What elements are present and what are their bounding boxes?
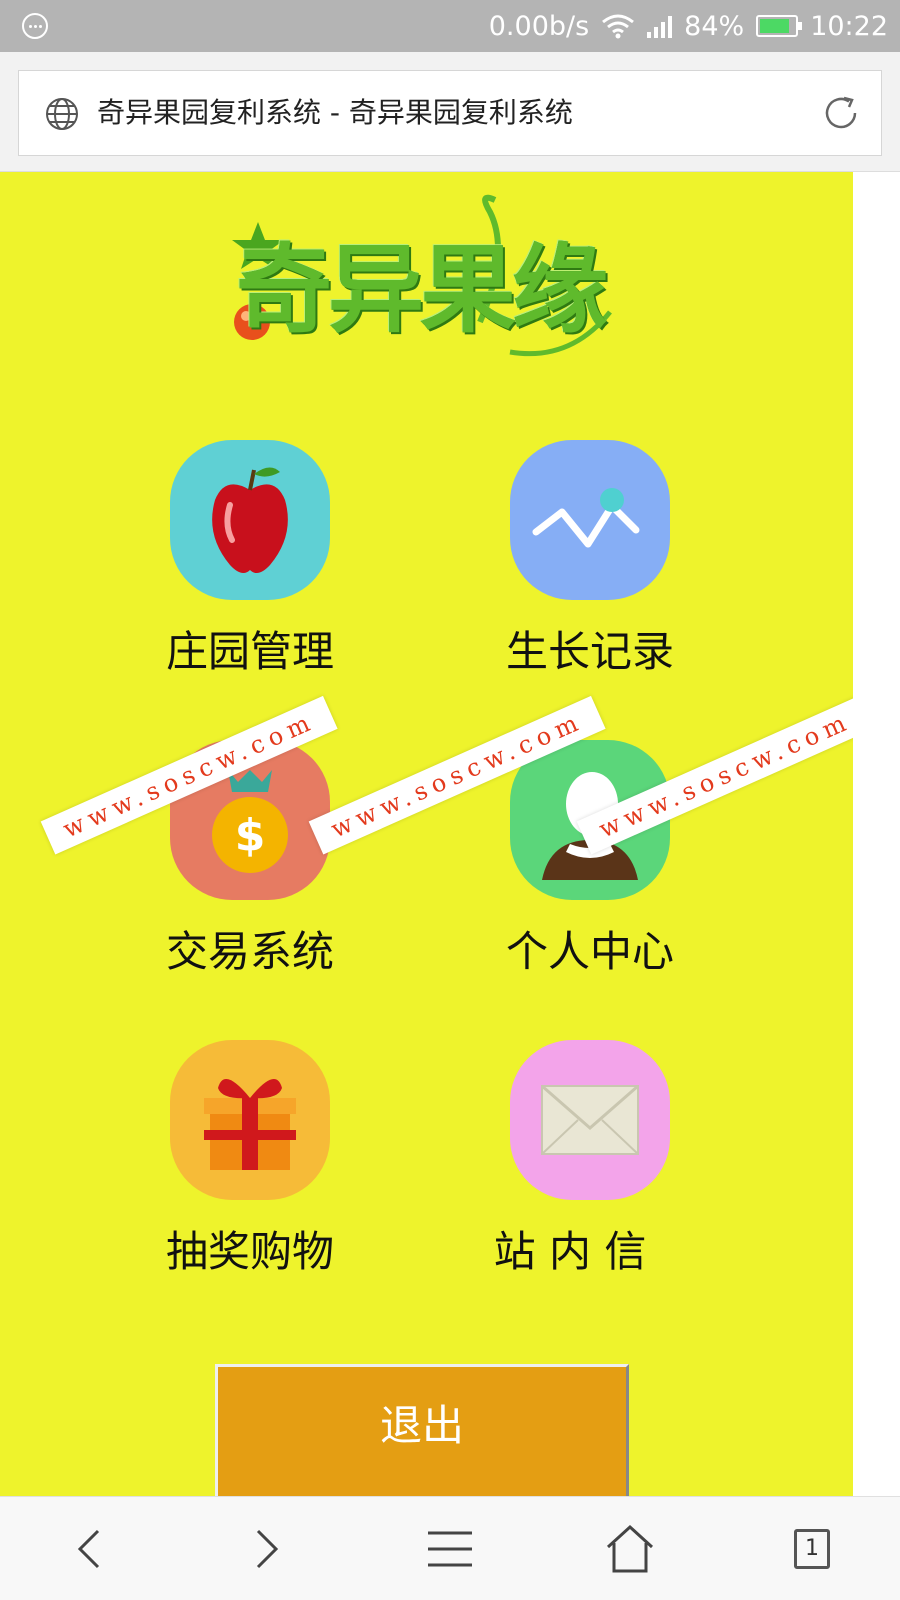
- logout-label: 退出: [379, 1401, 464, 1450]
- trade-system-label: 交易系统: [165, 927, 334, 976]
- back-icon[interactable]: [60, 1519, 120, 1579]
- logout-button[interactable]: 退出: [215, 1364, 629, 1496]
- svg-text:$: $: [235, 810, 266, 861]
- growth-record-label: 生长记录: [505, 627, 674, 676]
- estate-management-button[interactable]: [170, 440, 330, 600]
- globe-icon: [46, 98, 78, 130]
- menu-icon[interactable]: [22, 13, 48, 39]
- forward-icon[interactable]: [236, 1519, 296, 1579]
- reload-icon[interactable]: [821, 93, 861, 133]
- estate-management-label: 庄园管理: [165, 627, 334, 676]
- tab-count: 1: [805, 1536, 819, 1561]
- site-mail-label: 站 内 信: [493, 1227, 647, 1276]
- browser-toolbar: 奇异果园复利系统 - 奇异果园复利系统: [0, 52, 900, 172]
- home-icon[interactable]: [600, 1519, 660, 1579]
- address-bar[interactable]: 奇异果园复利系统 - 奇异果园复利系统: [18, 70, 882, 156]
- battery-percent: 84%: [684, 10, 745, 42]
- growth-record-button[interactable]: [510, 440, 670, 600]
- lottery-shopping-label: 抽奖购物: [165, 1227, 334, 1276]
- browser-bottom-nav: 1: [0, 1496, 900, 1600]
- page-title: 奇异果园复利系统 - 奇异果园复利系统: [97, 96, 573, 129]
- clock: 10:22: [810, 10, 888, 42]
- envelope-icon: [541, 1084, 639, 1155]
- gift-icon: [204, 1079, 296, 1170]
- page-content: 奇异果缘 庄园管理 生长记录 $ 交易系统 个人中心 抽奖购物 站 内 信 退出…: [0, 172, 853, 1496]
- menu-lines-icon[interactable]: [420, 1519, 480, 1579]
- network-speed: 0.00b/s: [488, 10, 590, 42]
- personal-center-label: 个人中心: [505, 927, 674, 976]
- tabs-icon[interactable]: 1: [794, 1529, 830, 1569]
- trend-line-icon: [532, 488, 640, 548]
- apple-icon: [212, 467, 288, 574]
- logo-text: 奇异果缘: [236, 233, 608, 346]
- lottery-shopping-button[interactable]: [170, 1040, 330, 1200]
- status-right-group: 0.00b/s 84% 10:22: [489, 0, 888, 52]
- wifi-icon: [602, 14, 635, 39]
- status-bar: 0.00b/s 84% 10:22: [0, 0, 900, 52]
- site-logo: 奇异果缘: [210, 192, 630, 367]
- battery-icon: [756, 15, 803, 37]
- site-mail-button[interactable]: [510, 1040, 670, 1200]
- signal-icon: [647, 14, 673, 38]
